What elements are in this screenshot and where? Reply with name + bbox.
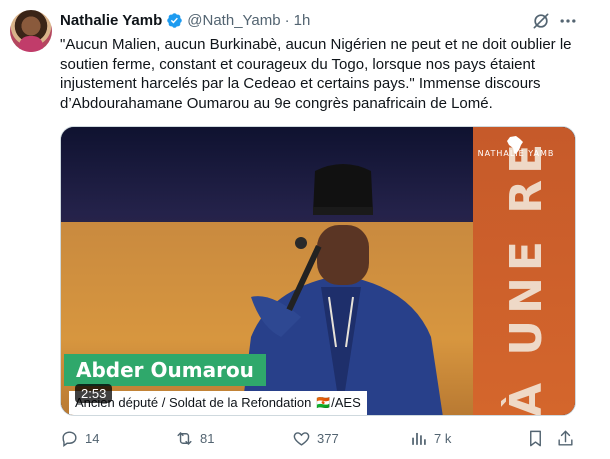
timestamp[interactable]: 1h xyxy=(294,12,311,29)
bookmark-icon xyxy=(530,430,541,446)
views-count: 7 k xyxy=(434,430,452,446)
grok-icon[interactable] xyxy=(531,11,551,31)
reply-button[interactable]: 14 xyxy=(60,427,99,449)
author-handle[interactable]: @Nath_Yamb xyxy=(187,12,280,29)
tweet-text: "Aucun Malien, aucun Burkinabè, aucun Ni… xyxy=(60,36,576,112)
heart-icon xyxy=(293,431,310,446)
author-name[interactable]: Nathalie Yamb xyxy=(60,12,162,29)
repost-count: 81 xyxy=(200,430,215,446)
repost-button[interactable]: 81 xyxy=(175,427,214,449)
reply-icon xyxy=(62,430,77,447)
separator-dot: · xyxy=(284,11,290,29)
share-button[interactable] xyxy=(556,427,575,449)
tweet-header: Nathalie Yamb @Nath_Yamb · 1h xyxy=(60,10,310,30)
views-button[interactable]: 7 k xyxy=(409,427,451,449)
repost-icon xyxy=(177,431,192,445)
more-icon[interactable] xyxy=(558,11,578,31)
watermark-text: NATHALIE YAMB xyxy=(477,149,555,158)
action-bar: 14 81 377 7 k xyxy=(60,427,580,449)
banner-text: À UNE RES xyxy=(501,147,551,416)
share-icon xyxy=(558,430,573,446)
verified-badge-icon[interactable] xyxy=(166,12,183,29)
tweet[interactable]: Nathalie Yamb @Nath_Yamb · 1h "Aucun Mal… xyxy=(0,0,610,459)
lower-third-name: Abder Oumarou xyxy=(64,354,266,386)
video-duration: 2:53 xyxy=(75,384,113,403)
like-button[interactable]: 377 xyxy=(292,427,339,449)
analytics-icon xyxy=(412,432,426,445)
video-player[interactable]: À UNE RES NATHALIE YAMB Abder Oumarou An… xyxy=(60,126,576,416)
reply-count: 14 xyxy=(85,430,100,446)
lower-third-title: Ancien député / Soldat de la Refondation… xyxy=(69,391,367,415)
bookmark-button[interactable] xyxy=(526,427,545,449)
like-count: 377 xyxy=(317,430,339,446)
avatar[interactable] xyxy=(10,10,52,52)
